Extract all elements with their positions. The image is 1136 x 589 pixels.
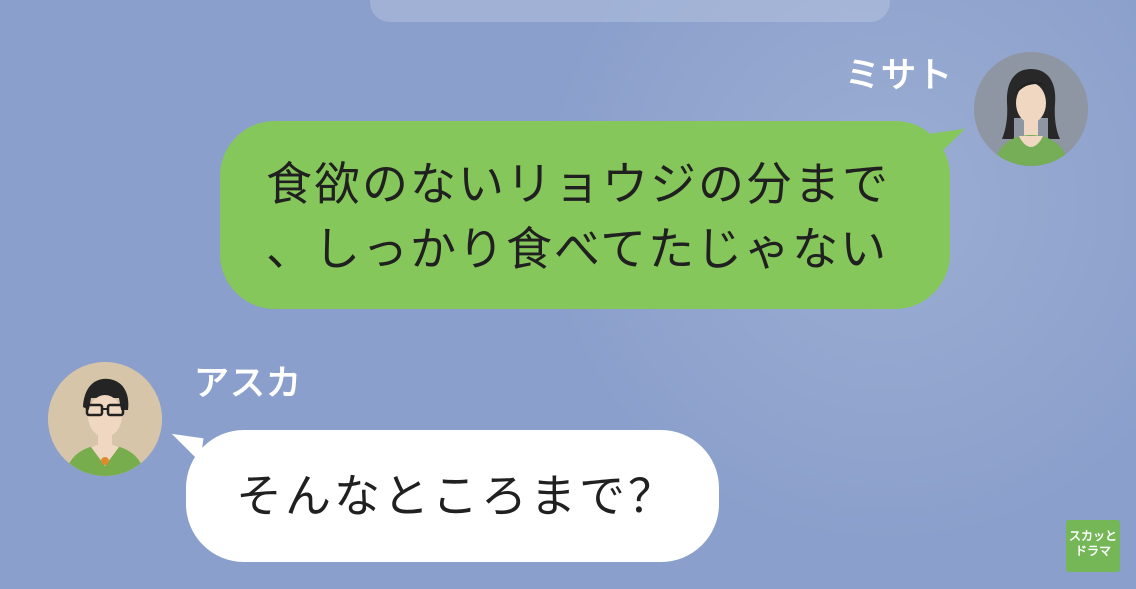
sent-message-bubble [220, 121, 950, 309]
sent-message-line-2: 、しっかり食べてたじゃない [266, 222, 889, 276]
sender-name-misato: ミサト [845, 56, 954, 96]
watermark-line-1: スカッと [1068, 529, 1117, 543]
asuka-avatar [48, 362, 162, 476]
watermark-logo: スカッと ドラマ [1066, 520, 1120, 572]
previous-message-bubble [370, 0, 890, 22]
misato-avatar [974, 52, 1088, 166]
woman-avatar-icon [974, 52, 1088, 166]
watermark-line-2: ドラマ [1074, 544, 1111, 558]
sent-message-line-1: 食欲のないリョウジの分まで [266, 157, 890, 211]
sender-name-asuka: アスカ [194, 364, 303, 404]
received-message-text: そんなところまで？ [236, 469, 677, 523]
chat-screen: ミサト 食欲のないリョウジの分まで 、しっかり食べてたじゃない アスカ そんなと… [0, 0, 1136, 589]
person-with-glasses-avatar-icon [48, 362, 162, 476]
